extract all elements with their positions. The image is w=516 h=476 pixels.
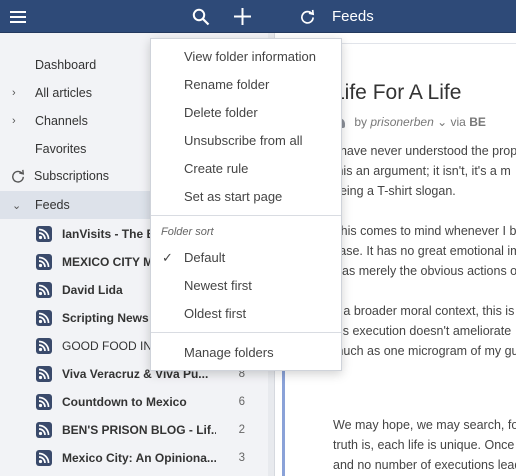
hamburger-icon[interactable] — [8, 0, 28, 33]
article-source[interactable]: BE — [469, 115, 486, 129]
chevron-right-icon[interactable]: › — [12, 87, 22, 99]
refresh-icon[interactable] — [11, 169, 25, 183]
article-text-line: his execution doesn't ameliorate — [333, 324, 512, 338]
sidebar-item-label: All articles — [35, 86, 92, 100]
rss-icon — [36, 254, 52, 270]
article-text-line: and no number of executions lead — [333, 458, 516, 472]
feed-label: Mexico City: An Opiniona... — [62, 451, 216, 465]
menu-item[interactable]: Rename folder — [151, 71, 341, 99]
feed-label: BEN'S PRISON BLOG - Lif... — [62, 423, 216, 437]
article-text-line: was merely the obvious actions o — [333, 264, 516, 278]
sidebar-item-label: Dashboard — [35, 58, 97, 72]
chevron-down-icon[interactable]: ⌄ — [12, 199, 22, 212]
menu-item[interactable]: Unsubscribe from all — [151, 127, 341, 155]
folder-sort-header: Folder sort — [161, 226, 214, 238]
plus-icon[interactable] — [231, 0, 253, 33]
byline-via: via — [450, 115, 466, 129]
rss-icon — [36, 394, 52, 410]
sort-option-label: Oldest first — [184, 306, 247, 321]
article-text-line: being a T-shirt slogan. — [333, 184, 456, 198]
menu-sort-option[interactable]: Oldest first — [151, 300, 341, 328]
article-byline: by prisonerben ⌄ via BE — [331, 115, 486, 129]
article-title[interactable]: Life For A Life — [333, 81, 461, 105]
checkmark-icon: ✓ — [162, 250, 173, 265]
search-icon[interactable] — [190, 0, 212, 33]
article-text-line: much as one microgram of my gu — [333, 344, 516, 358]
menu-divider — [151, 332, 341, 333]
menu-item[interactable]: Set as start page — [151, 183, 341, 211]
sidebar-item-label: Favorites — [35, 142, 87, 156]
rss-icon — [36, 338, 52, 354]
article-text-line: n a broader moral context, this is — [333, 304, 515, 318]
refresh-icon[interactable] — [296, 0, 318, 33]
sidebar-feed-item[interactable]: BEN'S PRISON BLOG - Lif... 2 — [0, 416, 274, 444]
sidebar-item-label: Subscriptions — [34, 169, 110, 183]
rss-icon — [36, 422, 52, 438]
article-author[interactable]: prisonerben — [370, 115, 433, 129]
unread-count: 6 — [238, 396, 245, 408]
menu-divider — [151, 215, 341, 216]
chevron-down-icon[interactable]: ⌄ — [437, 115, 447, 129]
chevron-right-icon[interactable]: › — [12, 115, 22, 127]
menu-sort-option[interactable]: ✓ Default — [151, 244, 341, 272]
unread-count: 3 — [238, 452, 245, 464]
feed-label: Countdown to Mexico — [62, 395, 187, 409]
article-text-line: I have never understood the prop — [333, 144, 516, 158]
article-text-line: truth is, each life is unique. Once — [333, 438, 515, 452]
byline-by: by — [354, 115, 368, 129]
sidebar-feed-item[interactable]: Countdown to Mexico 6 — [0, 388, 274, 416]
top-bar: Feeds — [0, 0, 516, 33]
folder-context-menu: View folder information Rename folder Dele… — [150, 38, 342, 371]
page-title: Feeds — [332, 8, 374, 25]
rss-icon — [36, 282, 52, 298]
menu-sort-option[interactable]: Newest first — [151, 272, 341, 300]
menu-item[interactable]: Delete folder — [151, 99, 341, 127]
sort-option-label: Default — [184, 250, 226, 265]
rss-icon — [36, 226, 52, 242]
sidebar-item-label: Channels — [35, 114, 88, 128]
rss-icon — [36, 450, 52, 466]
article-text-line: this an argument; it isn't, it's a m — [333, 164, 511, 178]
menu-item[interactable]: View folder information — [151, 43, 341, 71]
menu-item[interactable]: Create rule — [151, 155, 341, 183]
article-text-line: case. It has no great emotional im — [333, 244, 516, 258]
article-text-line: This comes to mind whenever I b — [333, 224, 516, 238]
menu-item-manage-folders[interactable]: Manage folders — [151, 339, 341, 367]
sort-option-label: Newest first — [184, 278, 252, 293]
rss-icon — [36, 366, 52, 382]
sidebar-feed-item[interactable]: Mexico City: An Opiniona... 3 — [0, 444, 274, 472]
article-text-line: We may hope, we may search, fo — [333, 418, 516, 432]
unread-count: 2 — [238, 424, 245, 436]
rss-icon — [36, 310, 52, 326]
sidebar-item-label: Feeds — [35, 198, 70, 212]
